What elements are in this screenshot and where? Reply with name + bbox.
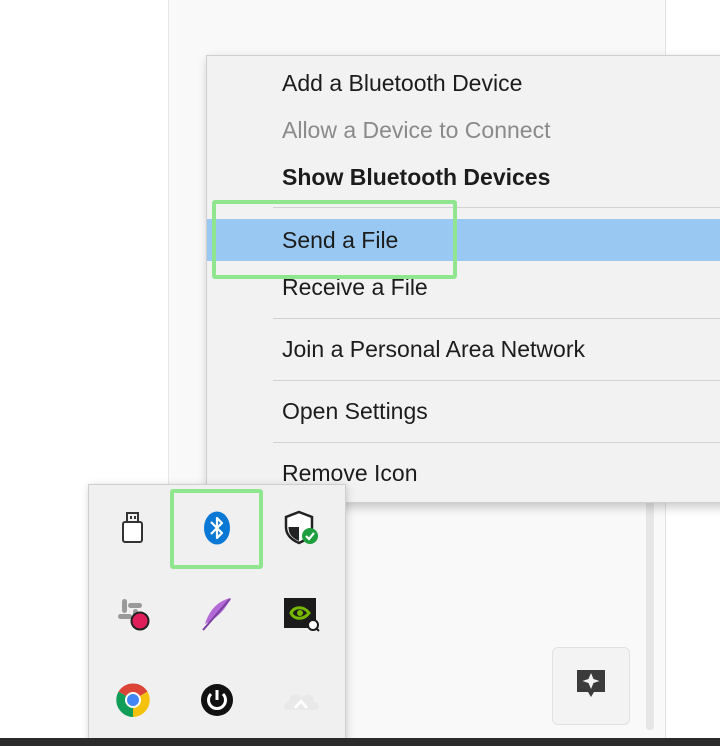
menu-separator — [273, 442, 720, 443]
menu-item-add-bluetooth-device[interactable]: Add a Bluetooth Device — [207, 62, 720, 104]
chrome-icon[interactable] — [103, 670, 163, 730]
taskbar — [0, 738, 720, 746]
scrollbar[interactable] — [646, 480, 654, 730]
menu-item-join-personal-area-network[interactable]: Join a Personal Area Network — [207, 328, 720, 370]
cloud-app-icon[interactable] — [271, 670, 331, 730]
menu-separator — [273, 318, 720, 319]
sparkle-icon — [571, 664, 611, 709]
tray-overflow-panel — [88, 484, 346, 746]
feather-icon[interactable] — [187, 584, 247, 644]
windows-security-icon[interactable] — [271, 498, 331, 558]
slack-icon[interactable] — [103, 584, 163, 644]
nvidia-icon[interactable] — [271, 584, 331, 644]
menu-item-open-settings[interactable]: Open Settings — [207, 390, 720, 432]
menu-item-send-a-file[interactable]: Send a File — [207, 219, 720, 261]
menu-item-allow-device-to-connect[interactable]: Allow a Device to Connect — [207, 109, 720, 151]
menu-item-receive-a-file[interactable]: Receive a File — [207, 266, 720, 308]
feedback-button[interactable] — [552, 647, 630, 725]
bluetooth-context-menu: Add a Bluetooth Device Allow a Device to… — [206, 55, 720, 503]
power-icon[interactable] — [187, 670, 247, 730]
bluetooth-icon[interactable] — [187, 498, 247, 558]
usb-drive-icon[interactable] — [103, 498, 163, 558]
menu-item-show-bluetooth-devices[interactable]: Show Bluetooth Devices — [207, 156, 720, 198]
menu-separator — [273, 207, 720, 208]
menu-separator — [273, 380, 720, 381]
